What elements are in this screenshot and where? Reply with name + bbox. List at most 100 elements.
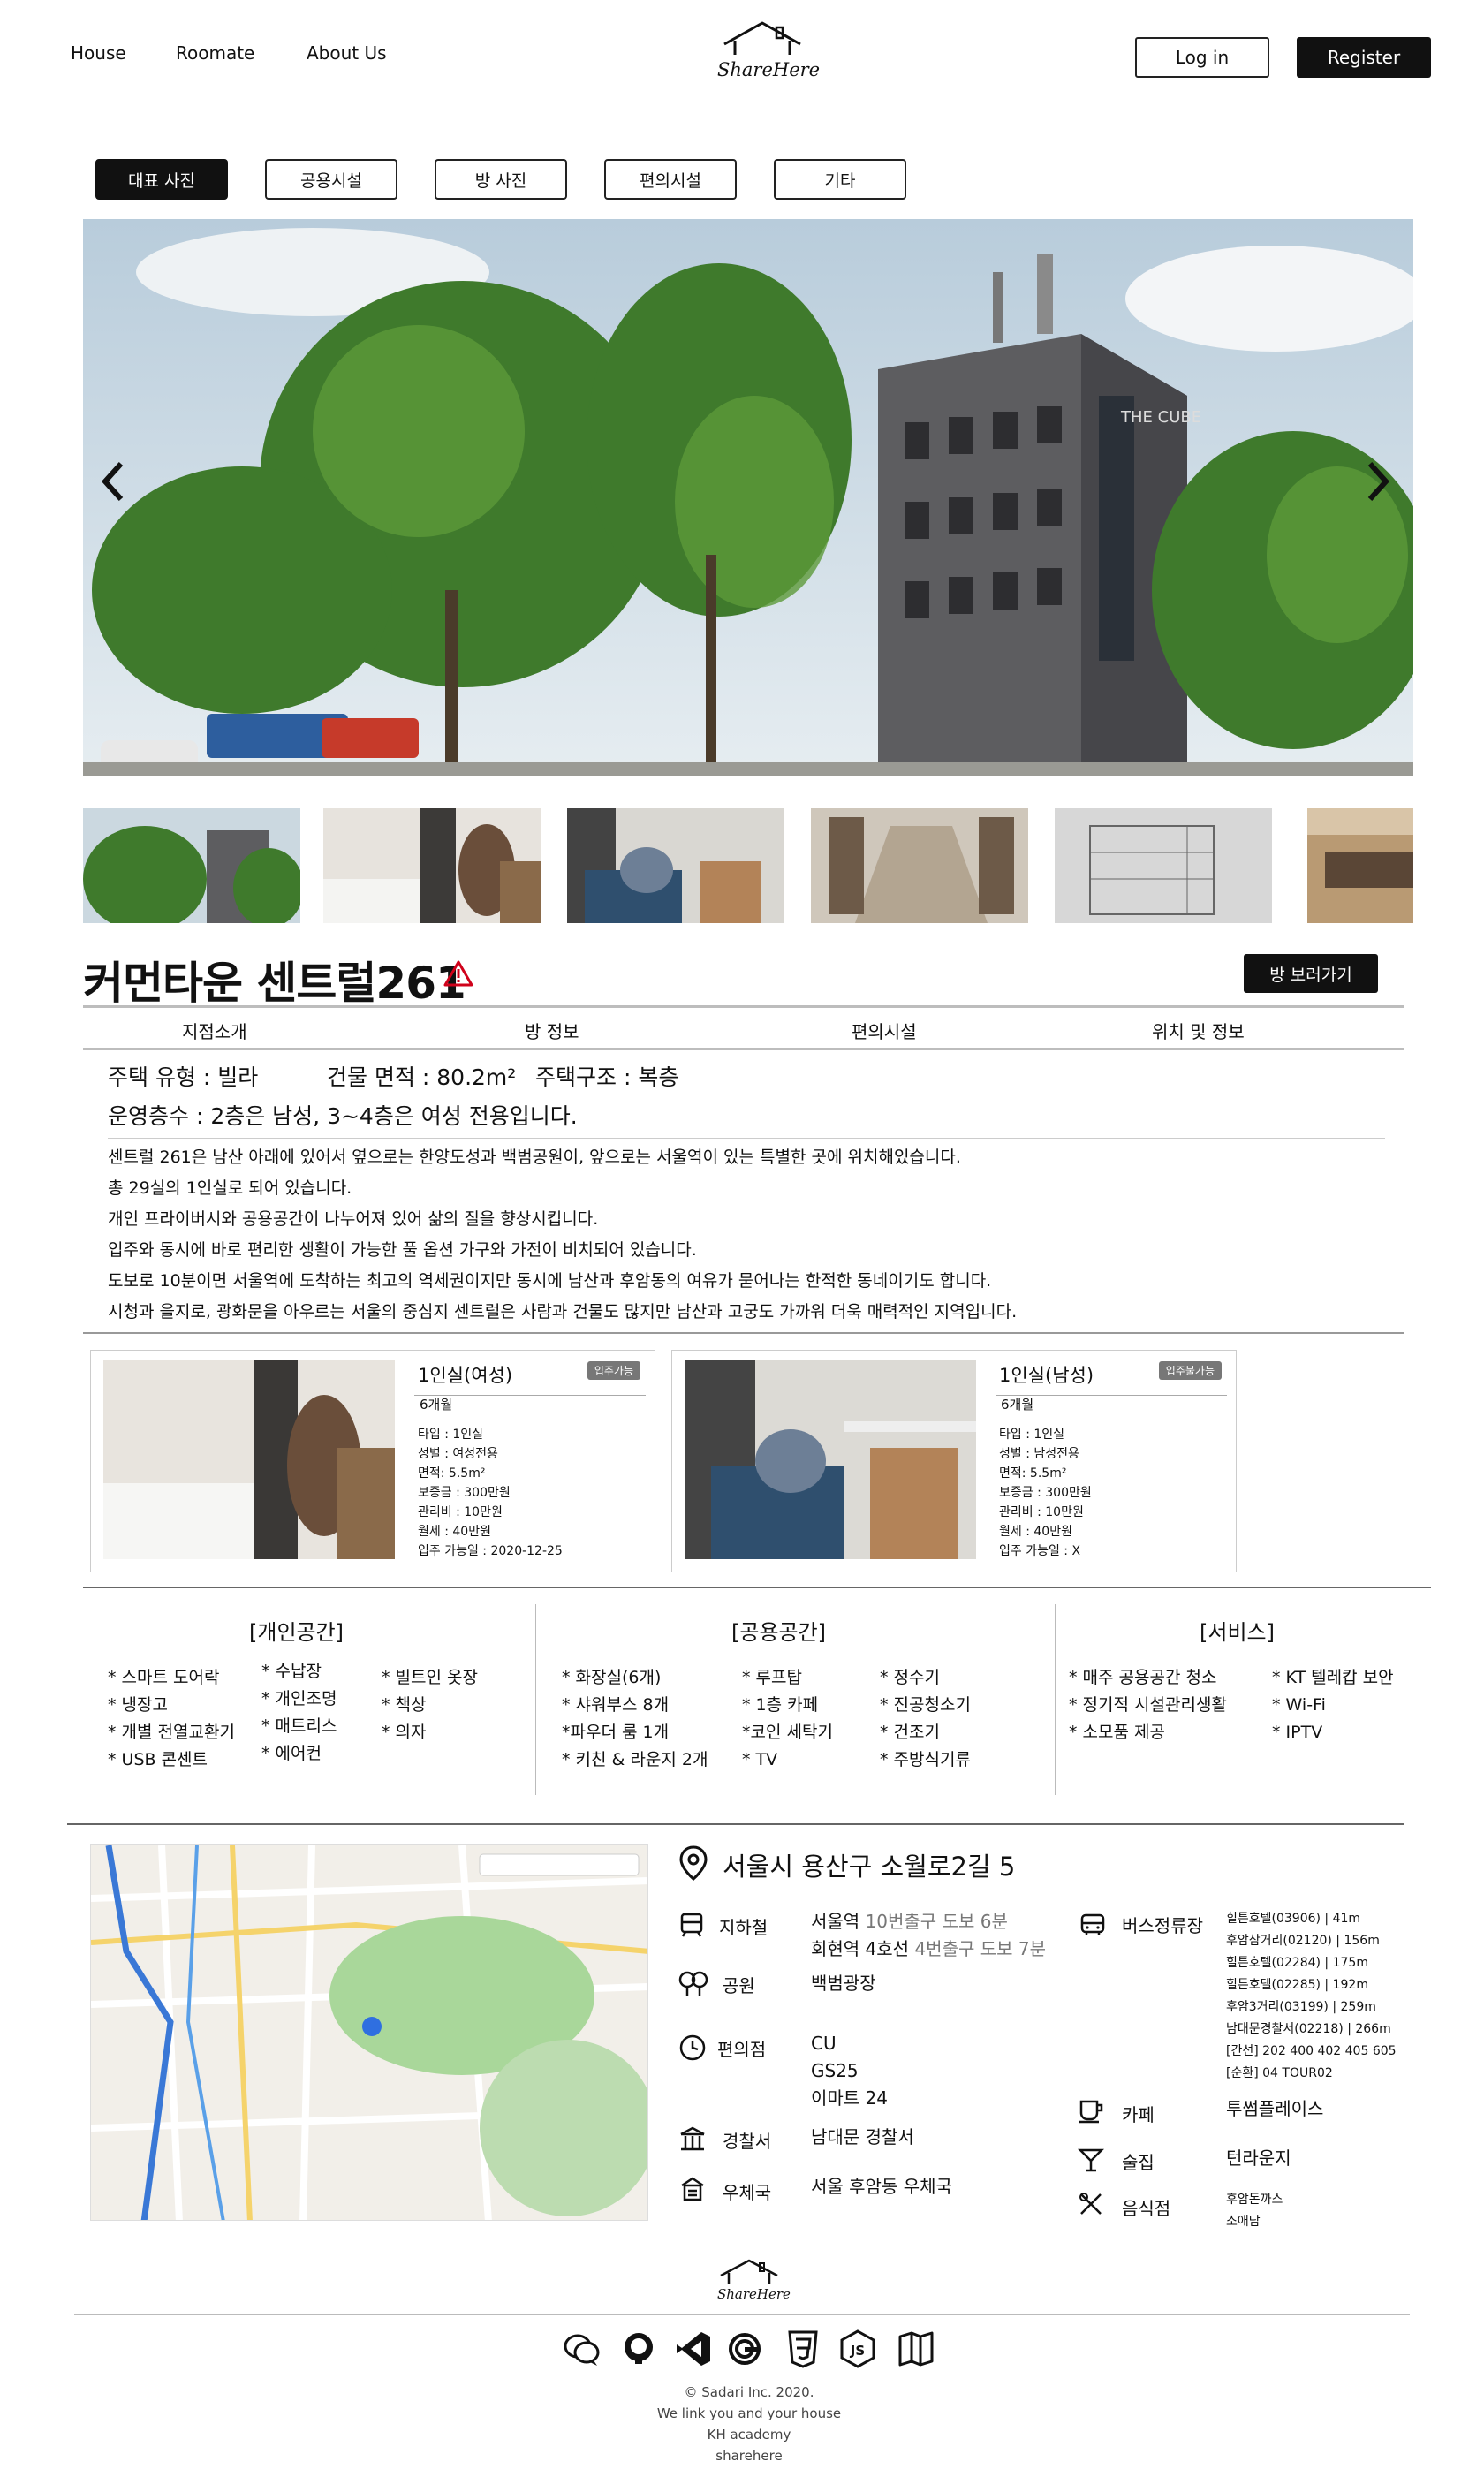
service-title: [서비스]	[1200, 1620, 1275, 1645]
private-col-3: * 빌트인 옷장 * 책상 * 의자	[382, 1664, 478, 1746]
tab-room-photos[interactable]: 방 사진	[435, 159, 567, 200]
food-item: 소애담	[1226, 2215, 1261, 2229]
tab-branch-intro[interactable]: 지점소개	[182, 1018, 247, 1043]
location-map[interactable]	[90, 1844, 648, 2221]
tab-amenities[interactable]: 편의시설	[604, 159, 737, 200]
logo[interactable]: ShareHere	[714, 19, 820, 88]
room-photo	[685, 1360, 976, 1559]
facility-item: * 루프탑	[742, 1668, 802, 1687]
github-icon[interactable]	[618, 2329, 659, 2369]
brand: sharehere	[716, 2448, 783, 2464]
thumbnail-building[interactable]	[83, 808, 300, 923]
utensils-icon	[1078, 2191, 1104, 2221]
academy: KH academy	[707, 2427, 791, 2443]
thumbnail-room-woman[interactable]	[323, 808, 541, 923]
listing-title-text: 커먼타운 센트럴261	[83, 958, 466, 1009]
bus-stop: 후암3거리(03199) | 259m	[1226, 2000, 1376, 2014]
tab-room-info[interactable]: 방 정보	[525, 1018, 579, 1043]
google-icon[interactable]	[724, 2329, 765, 2369]
room-detail: 월세 : 40만원	[999, 1525, 1072, 1539]
nav-about-us[interactable]: About Us	[307, 42, 387, 64]
description-line: 입주와 동시에 바로 편리한 생활이 가능한 풀 옵션 가구와 가전이 비치되어…	[108, 1240, 697, 1260]
description-line: 개인 프라이버시와 공용공간이 나누어져 있어 삶의 질을 향상시킵니다.	[108, 1209, 599, 1229]
house-structure: 주택구조 : 복층	[535, 1064, 679, 1090]
police-value: 남대문 경찰서	[811, 2126, 914, 2147]
listing-title: 커먼타운 센트럴261	[83, 948, 466, 1011]
footer-logo[interactable]: ShareHere	[714, 2258, 791, 2307]
facility-item: * 스마트 도어락	[108, 1668, 220, 1687]
vscode-icon[interactable]	[673, 2329, 714, 2369]
house-logo-icon	[720, 2259, 778, 2284]
facility-item: * KT 텔레캅 보안	[1272, 1668, 1394, 1687]
tab-location[interactable]: 위치 및 정보	[1152, 1018, 1245, 1043]
shared-col-1: * 화장실(6개) * 샤워부스 8개 *파우더 룸 1개 * 키친 & 라운지…	[562, 1664, 708, 1774]
subway-label: 지하철	[719, 1917, 768, 1938]
thumbnail-hallway[interactable]	[811, 808, 1028, 923]
facility-item: * 화장실(6개)	[562, 1668, 662, 1687]
room-period: 6개월	[1001, 1397, 1034, 1413]
facility-item: * 에어컨	[261, 1744, 322, 1763]
subway-info: 서울역 10번출구 도보 6분 회현역 4호선 4번출구 도보 7분	[811, 1908, 1046, 1963]
subway-station: 서울역	[811, 1911, 860, 1932]
shared-space-title: [공용공간]	[731, 1620, 827, 1645]
park-label: 공원	[723, 1975, 755, 1996]
divider	[83, 1332, 1404, 1334]
cafe-label: 카페	[1122, 2104, 1155, 2125]
book-icon[interactable]	[896, 2329, 936, 2369]
thumbnail-kitchen[interactable]	[1307, 808, 1413, 923]
facility-item: * USB 콘센트	[108, 1750, 208, 1769]
divider	[535, 1604, 536, 1795]
cocktail-icon	[1077, 2147, 1105, 2177]
login-button[interactable]: Log in	[1135, 37, 1269, 78]
nav-house[interactable]: House	[71, 42, 126, 64]
building-area: 건물 면적 : 80.2m²	[327, 1064, 517, 1090]
warning-icon[interactable]	[443, 959, 473, 991]
thumbnail-floorplan[interactable]	[1055, 808, 1272, 923]
facility-item: * 냉장고	[108, 1695, 168, 1715]
js-icon[interactable]: JS	[837, 2329, 878, 2369]
bus-label: 버스정류장	[1122, 1915, 1203, 1936]
divider	[1055, 1604, 1056, 1795]
room-detail: 성별 : 남성전용	[999, 1447, 1079, 1461]
room-detail: 입주 가능일 : X	[999, 1544, 1081, 1558]
store-list: CU GS25 이마트 24	[811, 2030, 888, 2112]
facility-item: * 매트리스	[261, 1716, 337, 1736]
store-item: CU	[811, 2033, 837, 2054]
food-label: 음식점	[1122, 2198, 1171, 2219]
tab-facilities[interactable]: 편의시설	[852, 1018, 917, 1043]
chat-icon[interactable]	[562, 2329, 602, 2369]
room-card-female[interactable]: 1인실(여성) 입주가능 6개월 타입 : 1인실 성별 : 여성전용 면적: …	[90, 1350, 655, 1572]
subway-detail: 4번출구 도보 7분	[914, 1938, 1047, 1959]
room-detail: 월세 : 40만원	[418, 1525, 491, 1539]
status-badge: 입주불가능	[1158, 1361, 1222, 1380]
tab-main-photo[interactable]: 대표 사진	[95, 159, 228, 200]
tab-etc[interactable]: 기타	[774, 159, 906, 200]
facility-item: *파우더 룸 1개	[562, 1723, 670, 1742]
next-slide-button[interactable]	[1360, 455, 1396, 508]
room-header: 1인실(남성) 입주불가능	[996, 1358, 1227, 1396]
nav-roommate[interactable]: Roomate	[176, 42, 254, 64]
prev-slide-button[interactable]	[95, 455, 131, 508]
post-label: 우체국	[723, 2182, 772, 2203]
room-detail: 관리비 : 10만원	[999, 1505, 1084, 1519]
room-card-male[interactable]: 1인실(남성) 입주불가능 6개월 타입 : 1인실 성별 : 남성전용 면적:…	[671, 1350, 1237, 1572]
room-detail: 타입 : 1인실	[999, 1428, 1065, 1442]
facility-item: * 정수기	[880, 1668, 940, 1687]
subway-station: 회현역 4호선	[811, 1938, 910, 1959]
css3-icon[interactable]	[783, 2329, 823, 2369]
private-col-2: * 수납장 * 개인조명 * 매트리스 * 에어컨	[261, 1658, 337, 1768]
thumbnail-room-man[interactable]	[567, 808, 784, 923]
room-detail: 성별 : 여성전용	[418, 1447, 498, 1461]
view-room-button[interactable]: 방 보러가기	[1244, 954, 1378, 993]
room-detail: 보증금 : 300만원	[418, 1486, 511, 1500]
description: 센트럴 261은 남산 아래에 있어서 옆으로는 한양도성과 백범공원이, 앞으…	[108, 1142, 1397, 1328]
tab-shared-facilities[interactable]: 공용시설	[265, 159, 398, 200]
register-button[interactable]: Register	[1297, 37, 1431, 78]
divider	[83, 1005, 1404, 1008]
room-period: 6개월	[420, 1397, 453, 1413]
park-icon	[678, 1970, 708, 2000]
facility-item: * 매주 공용공간 청소	[1069, 1668, 1217, 1687]
footer-info: © Sadari Inc. 2020. We link you and your…	[572, 2382, 926, 2466]
divider	[67, 1823, 1404, 1825]
private-col-1: * 스마트 도어락 * 냉장고 * 개별 전열교환기 * USB 콘센트	[108, 1664, 235, 1774]
